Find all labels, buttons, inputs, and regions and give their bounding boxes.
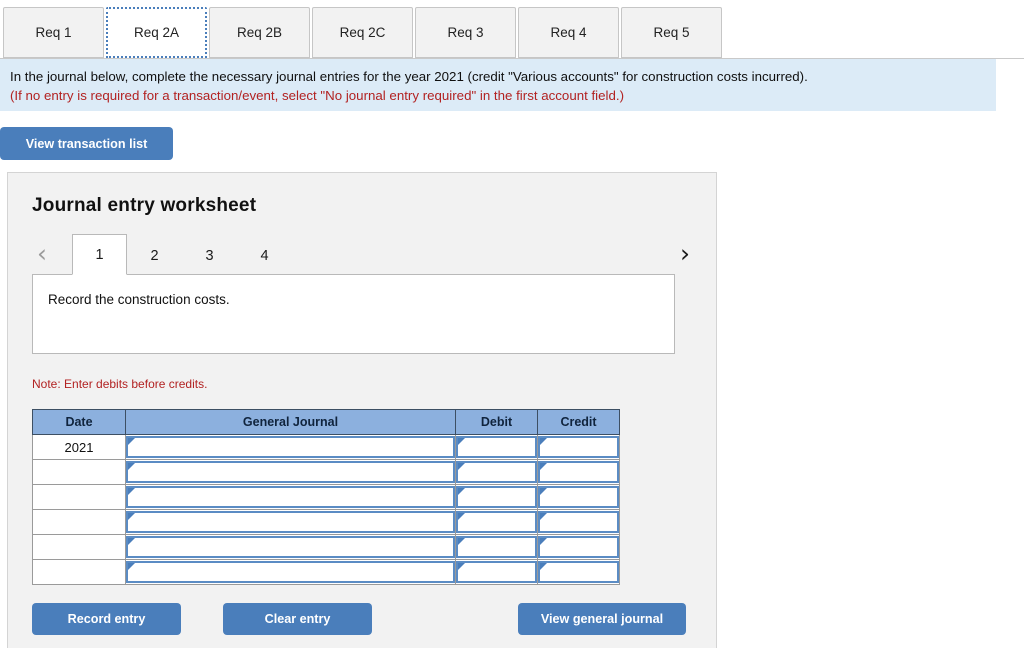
journal-credit-field-cell xyxy=(537,559,620,585)
journal-account-field[interactable] xyxy=(126,561,455,583)
journal-date-cell[interactable] xyxy=(32,559,126,585)
journal-date-cell[interactable] xyxy=(32,534,126,560)
clear-entry-button[interactable]: Clear entry xyxy=(223,603,372,635)
instruction-main-text: In the journal below, complete the neces… xyxy=(10,69,808,84)
worksheet-page-tabs: 1234 xyxy=(72,233,292,275)
journal-credit-field[interactable] xyxy=(538,511,619,533)
column-header-date: Date xyxy=(32,409,126,435)
chevron-left-icon[interactable]: ‹ xyxy=(37,237,47,271)
journal-credit-field[interactable] xyxy=(538,536,619,558)
column-header-general-journal: General Journal xyxy=(125,409,456,435)
column-header-debit: Debit xyxy=(455,409,538,435)
worksheet-pager: ‹ 1234 › xyxy=(32,233,694,275)
journal-table-row: 2021 xyxy=(32,434,620,460)
journal-debit-field-cell xyxy=(455,484,538,510)
column-header-credit: Credit xyxy=(537,409,620,435)
requirement-tab-req-2c[interactable]: Req 2C xyxy=(312,7,413,58)
journal-debit-field[interactable] xyxy=(456,486,537,508)
requirement-tab-req-2a[interactable]: Req 2A xyxy=(106,7,207,58)
journal-credit-field[interactable] xyxy=(538,461,619,483)
worksheet-page-tab-1[interactable]: 1 xyxy=(72,234,127,275)
journal-table-header-row: Date General Journal Debit Credit xyxy=(32,409,620,435)
journal-date-cell[interactable] xyxy=(32,459,126,485)
requirement-tab-bar: Req 1 Req 2A Req 2B Req 2C Req 3 Req 4 Req 5 xyxy=(0,0,1024,59)
view-transaction-list-button[interactable]: View transaction list xyxy=(0,127,173,160)
transaction-description-box: Record the construction costs. xyxy=(32,274,675,354)
instruction-note-text: (If no entry is required for a transacti… xyxy=(10,88,625,103)
requirement-tab-req-1[interactable]: Req 1 xyxy=(3,7,104,58)
journal-date-cell[interactable] xyxy=(32,509,126,535)
journal-debit-field[interactable] xyxy=(456,536,537,558)
journal-debit-field-cell xyxy=(455,459,538,485)
journal-debit-field-cell xyxy=(455,534,538,560)
journal-credit-field-cell xyxy=(537,434,620,460)
requirement-tab-req-5[interactable]: Req 5 xyxy=(621,7,722,58)
journal-debit-field-cell xyxy=(455,559,538,585)
worksheet-title: Journal entry worksheet xyxy=(32,195,257,216)
journal-debit-field[interactable] xyxy=(456,461,537,483)
journal-debit-field-cell xyxy=(455,434,538,460)
journal-table-row xyxy=(32,509,620,535)
journal-credit-field-cell xyxy=(537,484,620,510)
worksheet-page-tab-3[interactable]: 3 xyxy=(182,237,237,275)
journal-account-field-cell xyxy=(125,484,456,510)
journal-debit-field[interactable] xyxy=(456,436,537,458)
debits-before-credits-note: Note: Enter debits before credits. xyxy=(32,377,208,391)
journal-table-row xyxy=(32,534,620,560)
journal-credit-field-cell xyxy=(537,509,620,535)
journal-entry-table: Date General Journal Debit Credit 2021 xyxy=(32,409,620,585)
journal-entry-worksheet-panel: Journal entry worksheet ‹ 1234 › Record … xyxy=(7,172,717,648)
requirement-tab-req-3[interactable]: Req 3 xyxy=(415,7,516,58)
worksheet-page-tab-4[interactable]: 4 xyxy=(237,237,292,275)
journal-table-row xyxy=(32,459,620,485)
worksheet-page-tab-2[interactable]: 2 xyxy=(127,237,182,275)
journal-credit-field[interactable] xyxy=(538,561,619,583)
journal-credit-field-cell xyxy=(537,459,620,485)
journal-account-field[interactable] xyxy=(126,436,455,458)
journal-account-field-cell xyxy=(125,559,456,585)
journal-date-cell[interactable]: 2021 xyxy=(32,434,126,460)
journal-debit-field[interactable] xyxy=(456,561,537,583)
requirement-tab-req-2b[interactable]: Req 2B xyxy=(209,7,310,58)
view-general-journal-button[interactable]: View general journal xyxy=(518,603,686,635)
transaction-description-text: Record the construction costs. xyxy=(48,292,230,307)
requirement-tabs: Req 1 Req 2A Req 2B Req 2C Req 3 Req 4 Req 5 xyxy=(3,7,724,58)
journal-debit-field[interactable] xyxy=(456,511,537,533)
journal-account-field-cell xyxy=(125,434,456,460)
journal-account-field[interactable] xyxy=(126,536,455,558)
journal-account-field-cell xyxy=(125,509,456,535)
record-entry-button[interactable]: Record entry xyxy=(32,603,181,635)
journal-credit-field-cell xyxy=(537,534,620,560)
journal-account-field[interactable] xyxy=(126,461,455,483)
chevron-right-icon[interactable]: › xyxy=(680,237,690,271)
journal-date-cell[interactable] xyxy=(32,484,126,510)
journal-credit-field[interactable] xyxy=(538,486,619,508)
journal-account-field[interactable] xyxy=(126,486,455,508)
journal-table-row xyxy=(32,559,620,585)
journal-account-field[interactable] xyxy=(126,511,455,533)
journal-account-field-cell xyxy=(125,459,456,485)
journal-table-row xyxy=(32,484,620,510)
journal-debit-field-cell xyxy=(455,509,538,535)
instruction-banner: In the journal below, complete the neces… xyxy=(0,59,996,111)
journal-account-field-cell xyxy=(125,534,456,560)
journal-credit-field[interactable] xyxy=(538,436,619,458)
requirement-tab-req-4[interactable]: Req 4 xyxy=(518,7,619,58)
